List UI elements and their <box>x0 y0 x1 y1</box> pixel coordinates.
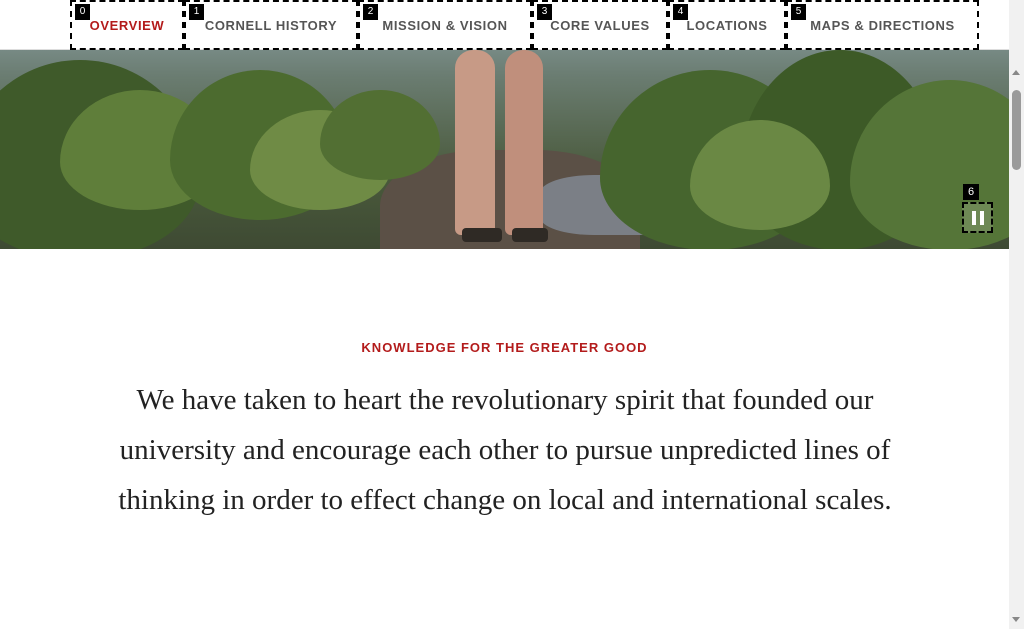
tab-locations[interactable]: 4 LOCATIONS <box>668 0 786 50</box>
tab-cornell-history[interactable]: 1 CORNELL HISTORY <box>184 0 358 50</box>
pause-icon <box>970 210 986 225</box>
lead-paragraph: We have taken to heart the revolutionary… <box>118 384 892 516</box>
tab-index-badge: 3 <box>537 4 552 20</box>
tab-maps-directions[interactable]: 5 MAPS & DIRECTIONS <box>786 0 979 50</box>
tab-overview[interactable]: 0 OVERVIEW <box>70 0 184 50</box>
scroll-up-arrow-icon[interactable] <box>1012 70 1020 75</box>
pause-index-tag: 6 <box>963 184 979 200</box>
tab-core-values[interactable]: 3 CORE VALUES <box>532 0 668 50</box>
tab-index-badge: 2 <box>363 4 378 20</box>
tab-label: MAPS & DIRECTIONS <box>810 17 955 33</box>
tab-label: CORNELL HISTORY <box>204 17 338 33</box>
tab-label: LOCATIONS <box>686 17 768 33</box>
scroll-down-arrow-icon[interactable] <box>1012 617 1020 622</box>
pause-button[interactable] <box>962 202 993 233</box>
tab-index-badge: 0 <box>75 4 90 20</box>
scrollbar-thumb[interactable] <box>1012 90 1021 170</box>
section-eyebrow: KNOWLEDGE FOR THE GREATER GOOD <box>361 340 648 355</box>
tab-label: MISSION & VISION <box>382 17 508 33</box>
tab-label: OVERVIEW <box>89 17 165 33</box>
tab-mission-vision[interactable]: 2 MISSION & VISION <box>358 0 532 50</box>
tab-label: CORE VALUES <box>550 17 650 33</box>
tab-index-badge: 1 <box>189 4 204 20</box>
section-nav: 0 OVERVIEW 1 CORNELL HISTORY 2 MISSION &… <box>0 0 1009 50</box>
tab-index-badge: 5 <box>791 4 806 20</box>
tab-index-badge: 4 <box>673 4 688 20</box>
